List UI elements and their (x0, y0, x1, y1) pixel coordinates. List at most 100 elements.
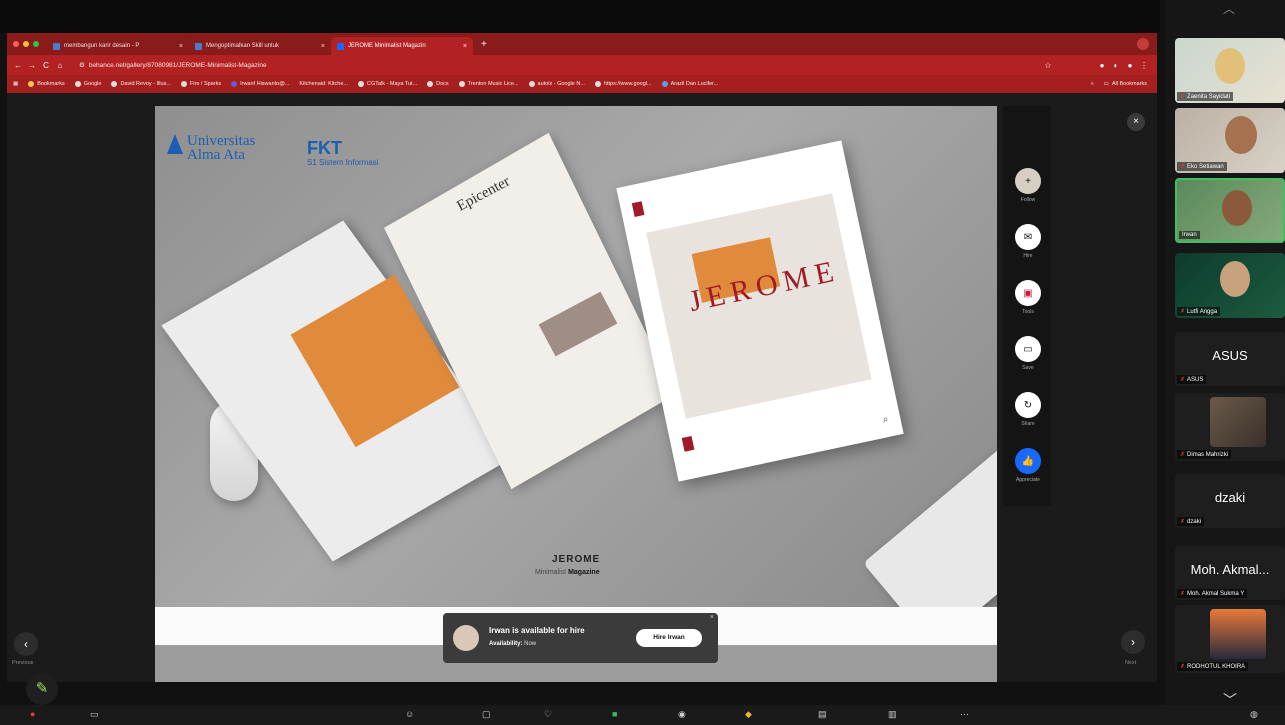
tab-1[interactable]: membangun karir desain - P × (47, 37, 189, 55)
bookmark-star-icon[interactable]: ☆ (1041, 61, 1055, 70)
whiteboard-icon[interactable]: ▤ (818, 709, 827, 720)
bookmark-label: Trenton Music Lice... (467, 81, 519, 87)
close-icon[interactable]: × (710, 614, 714, 621)
forward-icon[interactable]: → (25, 61, 39, 70)
bookmark-label: David Revoy - Illus... (120, 81, 171, 87)
video-icon[interactable]: ▭ (90, 709, 99, 720)
close-tab-icon[interactable]: × (179, 43, 183, 50)
appreciate-button[interactable]: 👍 Appreciate (1013, 448, 1043, 483)
apps-icon[interactable]: ◆ (745, 709, 752, 720)
tab-search-icon[interactable] (1137, 38, 1149, 50)
tab-2[interactable]: Mengoptimalkan Skill untuk × (189, 37, 331, 55)
tab-3-active[interactable]: JEROME Minimalist Magazin × (331, 37, 473, 55)
tools-button[interactable]: ▣ Tools (1013, 280, 1043, 315)
participant-tile[interactable]: ASUS ✗ ASUS (1175, 332, 1285, 386)
next-project-button[interactable]: › (1121, 630, 1145, 654)
share-button[interactable]: ↻ Share (1013, 392, 1043, 427)
follow-button[interactable]: + Follow (1013, 168, 1043, 203)
save-icon: ▭ (1015, 336, 1041, 362)
minimize-window-icon[interactable] (23, 41, 29, 47)
participant-tile[interactable]: ✗ Eko Setiawan (1175, 108, 1285, 173)
top-band (0, 0, 1160, 33)
close-modal-icon[interactable]: × (1127, 113, 1145, 131)
share-label: Share (1021, 421, 1035, 427)
cover-photo-area (646, 193, 872, 419)
bookmark-item[interactable]: Google (74, 81, 101, 87)
bookmark-item[interactable]: Fire / Sparks (180, 81, 221, 87)
reactions-icon[interactable]: ♡ (544, 709, 552, 720)
keyboard-prop (863, 434, 997, 607)
save-button[interactable]: ▭ Save (1013, 336, 1043, 371)
extensions-icon[interactable]: ◐ (1109, 61, 1123, 70)
bookmark-item[interactable]: Bookmarks (28, 81, 65, 87)
share-screen-icon[interactable]: ■ (612, 709, 617, 719)
hire-button[interactable]: ✉ Hire (1013, 224, 1043, 259)
google-icon (74, 81, 81, 87)
bookmark-label: Arazil Dan Lucifer... (670, 81, 719, 87)
bookmark-favicon-icon (594, 81, 601, 87)
participant-tile[interactable]: ✗ Dimas Mahrizki (1175, 393, 1285, 461)
bookmark-label: Irwanf Hiswanto@... (240, 81, 290, 87)
url-field[interactable]: ⚙ behance.net/gallery/87080981/JEROME-Min… (79, 58, 1041, 72)
previous-project-button[interactable]: ‹ (14, 632, 38, 656)
notes-icon[interactable]: ▥ (888, 709, 897, 720)
participant-name-text: Moh. Akmal Sukma Y (1187, 590, 1245, 597)
mic-muted-icon: ✗ (1180, 94, 1186, 100)
avatar (453, 625, 479, 651)
bookmark-item[interactable]: Irwanf Hiswanto@... (231, 81, 289, 87)
menu-icon[interactable]: ⋮ (1137, 61, 1151, 70)
security-icon[interactable]: ◍ (1250, 709, 1258, 720)
bookmark-label: CGTalk - Maya Tut... (367, 81, 418, 87)
chat-icon[interactable]: ▢ (482, 709, 491, 720)
new-tab-icon[interactable]: + (481, 39, 487, 50)
hire-label: Hire (1023, 253, 1033, 259)
mic-muted-icon: ✗ (1180, 664, 1186, 670)
mic-muted-icon: ✗ (1180, 309, 1186, 315)
bookmark-item[interactable]: David Revoy - Illus... (111, 81, 171, 87)
participant-tile[interactable]: ✗ Lutfi Angga (1175, 253, 1285, 318)
participant-tile[interactable]: ✗ RODHOTUL KHOIRA (1175, 605, 1285, 673)
back-icon[interactable]: ← (11, 61, 25, 70)
site-info-icon[interactable]: ⚙ (79, 61, 85, 69)
tab-bar: membangun karir desain - P × Mengoptimalk… (7, 33, 1157, 55)
home-icon[interactable]: ⌂ (53, 61, 67, 70)
close-tab-icon[interactable]: × (463, 43, 467, 50)
appreciate-label: Appreciate (1016, 477, 1040, 483)
project-image: Universitas Alma Ata FKT S1 Sistem Infor… (155, 106, 997, 607)
bookmark-item[interactable]: https://www.googl... (594, 81, 652, 87)
participant-avatar-photo (1210, 609, 1266, 659)
participant-display-name: dzaki (1214, 490, 1246, 505)
bookmark-item[interactable]: Arazil Dan Lucifer... (661, 81, 719, 87)
bookmark-label: autolx - Google N... (537, 81, 585, 87)
chevron-up-icon[interactable]: ︿ (1223, 0, 1235, 17)
participant-tile-active-speaker[interactable]: Irwan (1175, 178, 1285, 243)
window-controls[interactable] (13, 41, 39, 47)
apps-icon[interactable]: ▦ (13, 81, 18, 87)
zoom-icon[interactable]: ⌕ (882, 414, 890, 426)
bookmark-item[interactable]: autolx - Google N... (528, 81, 585, 87)
bookmark-item[interactable]: CGTalk - Maya Tut... (358, 81, 417, 87)
maximize-window-icon[interactable] (33, 41, 39, 47)
annotate-pencil-icon[interactable]: ✎ (26, 673, 58, 705)
bookmark-item[interactable]: Kitchenaid: Kitche... (299, 81, 348, 87)
participant-name: ✗ Lutfi Angga (1177, 307, 1221, 316)
extension-icon[interactable]: ● (1095, 61, 1109, 70)
reload-icon[interactable]: C (39, 61, 53, 70)
participants-icon[interactable]: ☺ (405, 709, 414, 719)
participant-tile[interactable]: Moh. Akmal... ✗ Moh. Akmal Sukma Y (1175, 546, 1285, 600)
participant-tile[interactable]: dzaki ✗ dzaki (1175, 474, 1285, 528)
all-bookmarks-folder[interactable]: ▭ All Bookmarks (1104, 81, 1147, 87)
mic-icon[interactable]: ● (30, 709, 35, 719)
availability-label: Availability: (489, 641, 523, 647)
record-icon[interactable]: ◉ (678, 709, 686, 720)
bookmark-label: Kitchenaid: Kitche... (299, 81, 349, 87)
bookmark-item[interactable]: Docs (427, 81, 449, 87)
more-bookmarks-icon[interactable]: » (1091, 81, 1094, 87)
close-tab-icon[interactable]: × (321, 43, 325, 50)
bookmark-item[interactable]: Trenton Music Lice... (458, 81, 519, 87)
participant-tile[interactable]: ✗ Zaenita Sayidati (1175, 38, 1285, 103)
profile-icon[interactable]: ● (1123, 61, 1137, 70)
hire-irwan-button[interactable]: Hire Irwan (636, 629, 702, 647)
more-icon[interactable]: ⋯ (960, 709, 969, 720)
close-window-icon[interactable] (13, 41, 19, 47)
